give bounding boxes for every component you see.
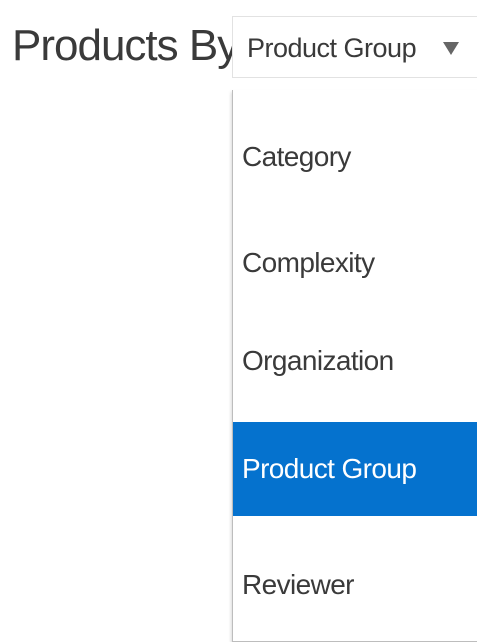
chevron-down-icon[interactable] <box>443 42 459 55</box>
option-organization[interactable]: Organization <box>233 314 477 408</box>
select-current-value: Product Group <box>247 33 417 63</box>
group-by-select[interactable]: Product Group <box>232 16 477 78</box>
option-product-group[interactable]: Product Group <box>233 422 477 516</box>
option-reviewer[interactable]: Reviewer <box>233 538 477 632</box>
option-category[interactable]: Category <box>233 110 477 204</box>
products-by-label: Products By <box>12 21 239 70</box>
option-complexity[interactable]: Complexity <box>233 216 477 310</box>
dropdown-listbox[interactable]: Category Complexity Organization Product… <box>232 90 477 642</box>
